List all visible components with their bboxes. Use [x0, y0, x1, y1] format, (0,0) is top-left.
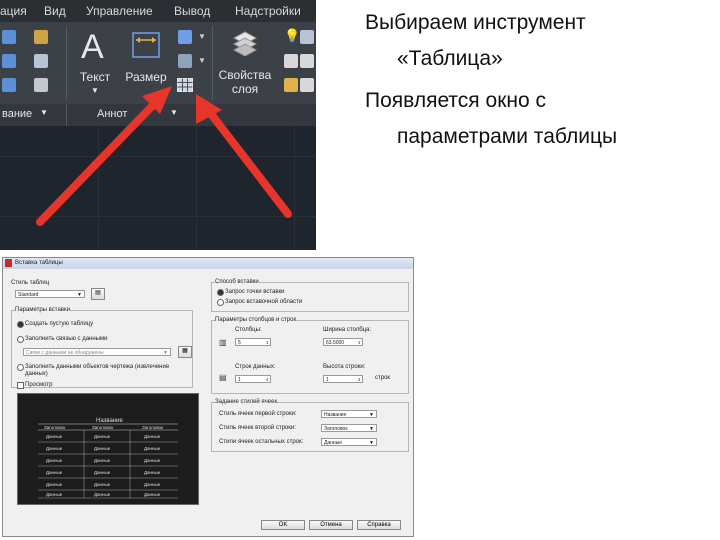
preview-cell: Данные	[94, 434, 111, 439]
preview-cell: Данные	[144, 434, 161, 439]
data-link-select[interactable]: Связи с данными не обнаружены ▼	[23, 348, 171, 356]
cell-styles-label: Задание стилей ячеек	[215, 399, 278, 406]
preview-cell: Данные	[46, 446, 63, 451]
preview-cell: Данные	[94, 470, 111, 475]
preview-header: Заголовок	[44, 425, 66, 430]
preview-cell: Данные	[46, 470, 63, 475]
preview-check-label: Просмотр	[25, 382, 53, 388]
preview-checkbox[interactable]	[17, 382, 24, 389]
radio-insert-point[interactable]	[217, 289, 224, 296]
spinner-icon: ⇕	[357, 377, 361, 382]
preview-cell: Данные	[144, 470, 161, 475]
preview-cell: Данные	[46, 482, 63, 487]
insert-options-label: Параметры вставки	[15, 307, 70, 314]
preview-cell: Данные	[144, 446, 161, 451]
other-rows-select[interactable]: Данные ▼	[321, 438, 377, 446]
columns-label: Столбцы:	[235, 327, 262, 333]
radio-link-data[interactable]	[17, 336, 24, 343]
radio-empty-table[interactable]	[17, 321, 24, 328]
preview-cell: Данные	[144, 492, 161, 497]
dialog-title-bar: Вставка таблицы	[3, 258, 413, 269]
rows-icon: ▤	[219, 373, 227, 382]
chevron-down-icon: ▼	[369, 426, 374, 432]
insert-method-group	[211, 282, 409, 312]
preview-cell: Данные	[46, 434, 63, 439]
other-rows-label: Стили ячеек остальных строк:	[219, 439, 304, 445]
autocad-ribbon-screenshot: ация Вид Управление Вывод Надстройки A Т…	[0, 0, 316, 250]
preview-header: Заголовок	[92, 425, 114, 430]
col-width-label: Ширина столбца:	[323, 327, 372, 333]
radio-insert-window[interactable]	[217, 299, 224, 306]
preview-title: Название	[96, 418, 123, 424]
preview-cell: Данные	[144, 458, 161, 463]
first-row-select[interactable]: Название ▼	[321, 410, 377, 418]
row-height-label: Высота строки:	[323, 364, 366, 370]
insert-table-dialog: Вставка таблицы Стиль таблиц Standard ▼ ▤…	[2, 257, 414, 537]
opt-link-label: Заполнить связью с данными	[25, 336, 108, 342]
chevron-down-icon: ▼	[369, 412, 374, 418]
radio-extract-data[interactable]	[17, 364, 24, 371]
preview-cell: Данные	[46, 492, 63, 497]
preview-header: Заголовок	[142, 425, 164, 430]
row-height-input[interactable]: 1 ⇕	[323, 375, 363, 383]
spinner-icon: ⇕	[357, 340, 361, 345]
cancel-button[interactable]: Отмена	[309, 520, 353, 530]
table-style-select[interactable]: Standard ▼	[15, 290, 85, 298]
data-link-manager-button[interactable]: ▦	[178, 346, 192, 358]
table-style-dialog-button[interactable]: ▤	[91, 288, 105, 300]
instruction-line-4: параметрами таблицы	[397, 125, 618, 148]
ok-button[interactable]: OK	[261, 520, 305, 530]
data-rows-input[interactable]: 1 ⇕	[235, 375, 271, 383]
col-width-input[interactable]: 63.5000 ⇕	[323, 338, 363, 346]
instruction-line-2: «Таблица»	[397, 47, 503, 70]
chevron-down-icon: ▼	[77, 292, 82, 298]
autocad-logo-icon	[5, 259, 12, 267]
opt-empty-label: Создать пустую таблицу	[25, 321, 94, 327]
spinner-icon: ⇕	[265, 340, 269, 345]
columns-input[interactable]: 5 ⇕	[235, 338, 271, 346]
opt-extract-label: Заполнить данными объектов чертежа (извл…	[25, 364, 170, 377]
preview-cell: Данные	[94, 482, 111, 487]
col-row-label: Параметры столбцов и строк	[215, 317, 297, 324]
second-row-select[interactable]: Заголовок ▼	[321, 424, 377, 432]
preview-cell: Данные	[94, 492, 111, 497]
insert-point-label: Запрос точки вставки	[225, 289, 285, 295]
preview-cell: Данные	[46, 458, 63, 463]
columns-icon: ▥	[219, 338, 227, 347]
instruction-line-1: Выбираем инструмент	[365, 11, 586, 34]
table-style-label: Стиль таблиц	[11, 280, 50, 286]
instruction-line-3: Появляется окно с	[365, 89, 546, 112]
chevron-down-icon: ▼	[163, 350, 168, 356]
insert-method-label: Способ вставки	[215, 279, 259, 286]
table-preview: Название Заголовок Заголовок Заголовок Д…	[17, 393, 199, 505]
row-unit-label: строк	[375, 375, 391, 381]
insert-window-label: Запрос вставочной области	[225, 299, 303, 305]
first-row-label: Стиль ячеек первой строки:	[219, 411, 297, 417]
dialog-title: Вставка таблицы	[15, 260, 63, 266]
second-row-label: Стиль ячеек второй строки:	[219, 425, 296, 431]
preview-cell: Данные	[94, 446, 111, 451]
spinner-icon: ⇕	[265, 377, 269, 382]
chevron-down-icon: ▼	[369, 440, 374, 446]
red-arrows	[36, 86, 292, 226]
help-button[interactable]: Справка	[357, 520, 401, 530]
preview-cell: Данные	[94, 458, 111, 463]
preview-cell: Данные	[144, 482, 161, 487]
data-rows-label: Строк данных:	[235, 364, 276, 370]
